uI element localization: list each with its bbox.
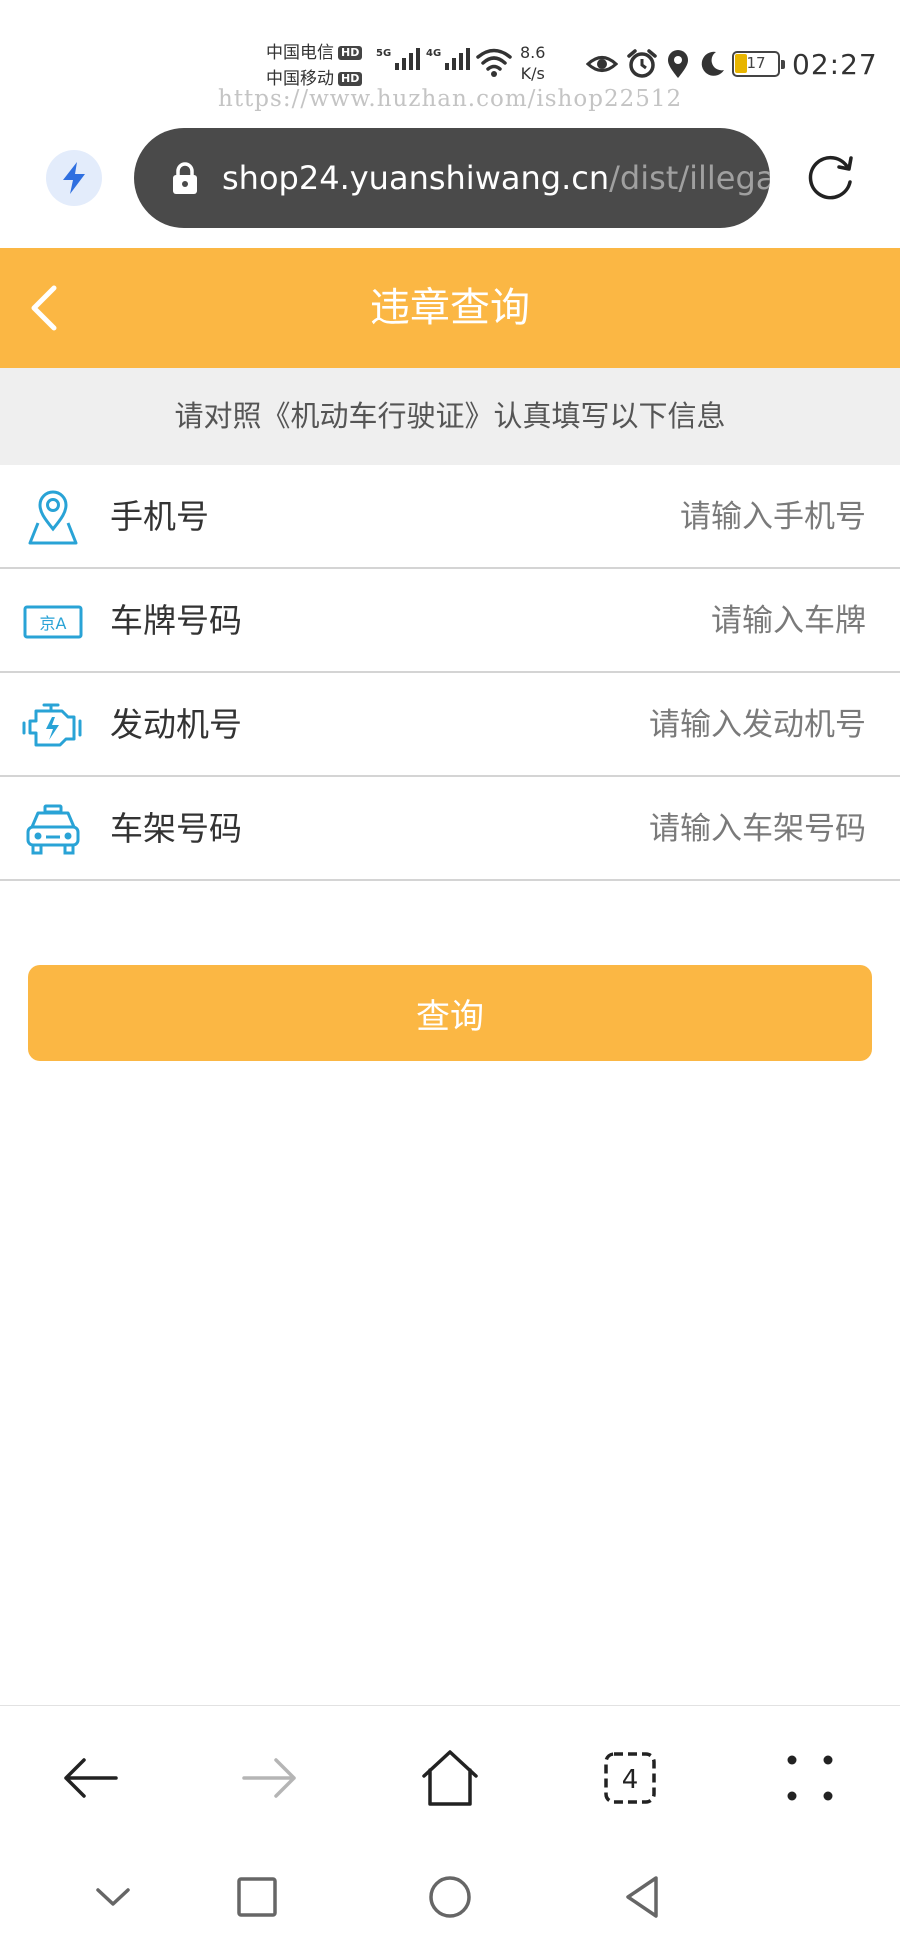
home-circle-icon[interactable] [425,1872,475,1922]
menu-dots-icon[interactable] [778,1746,842,1810]
page-title: 违章查询 [370,285,530,331]
speed-mode-button[interactable] [46,150,102,206]
query-button[interactable]: 查询 [28,965,872,1061]
clock: 02:27 [792,48,878,81]
browser-toolbar: 4 [0,1705,900,1850]
tabs-count: 4 [622,1765,639,1795]
back-triangle-icon[interactable] [618,1872,668,1922]
engine-label: 发动机号 [110,705,242,744]
chevron-down-icon[interactable] [88,1872,138,1922]
carrier-1-name: 中国电信 [266,43,334,63]
form-row-engine: 发动机号 [0,673,900,777]
hd-badge: HD [338,46,363,60]
plate-label: 车牌号码 [110,601,242,640]
battery-level: 17 [746,54,766,72]
battery-icon: 17 [732,51,785,77]
watermark: https://www.huzhan.com/ishop22512 [218,86,683,112]
browser-address-bar: shop24.yuanshiwang.cn/dist/illega [0,120,900,248]
lightning-bolt-icon [63,162,85,194]
status-bar: 中国电信 HD 中国移动 HD 5G 4G 8.6 K/s 17 02:27 h… [0,0,900,120]
reload-icon[interactable] [800,146,860,206]
wifi-icon [476,48,512,77]
plate-input[interactable] [466,591,866,651]
vin-input[interactable] [466,799,866,859]
carrier-info: 中国电信 HD 中国移动 HD [266,40,363,92]
lock-icon [173,162,197,194]
app-header: 违章查询 [0,248,900,368]
url-host: shop24.yuanshiwang.cn [222,159,610,197]
signal-4g-icon: 4G [426,48,471,70]
url-text[interactable]: shop24.yuanshiwang.cn/dist/illega [222,159,770,197]
net-speed: 8.6 K/s [520,43,546,83]
recent-apps-icon[interactable] [232,1872,282,1922]
location-pin-icon [668,50,688,78]
location-map-icon [28,490,78,545]
engine-number-input[interactable] [466,695,866,755]
hd-badge: HD [338,72,363,86]
instruction-notice: 请对照《机动车行驶证》认真填写以下信息 [0,368,900,465]
tabs-button[interactable]: 4 [598,1746,662,1810]
signal-5g-icon: 5G [376,48,421,70]
license-plate-icon-text: 京A [40,614,67,633]
phone-label: 手机号 [110,497,209,536]
alarm-icon [627,49,657,78]
forward-nav-icon[interactable] [238,1746,302,1810]
query-form: 手机号 京A 车牌号码 发动机号 车架号码 [0,465,900,881]
form-row-phone: 手机号 [0,465,900,569]
tabs-icon: 4 [604,1752,656,1804]
phone-input[interactable] [466,487,866,547]
eye-icon [586,56,618,72]
license-plate-icon: 京A [23,605,83,639]
car-icon [26,804,80,855]
moon-icon [701,51,724,76]
url-path: /dist/illega [609,159,770,197]
form-row-vin: 车架号码 [0,777,900,881]
engine-icon [22,703,82,747]
url-bar[interactable]: shop24.yuanshiwang.cn/dist/illega [134,128,770,228]
system-nav-bar [0,1850,900,1950]
back-nav-icon[interactable] [58,1746,122,1810]
vin-label: 车架号码 [110,809,242,848]
home-icon[interactable] [418,1746,482,1810]
form-row-plate: 京A 车牌号码 [0,569,900,673]
